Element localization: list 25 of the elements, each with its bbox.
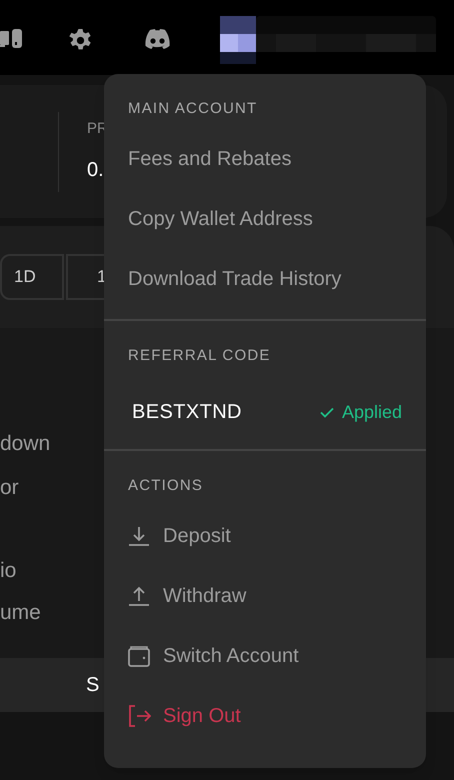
menu-item[interactable]: Deposit <box>128 506 402 566</box>
sign-out-icon <box>128 704 151 726</box>
check-icon <box>320 406 334 418</box>
timeframe-button[interactable]: 1D <box>0 254 64 300</box>
menu-item[interactable]: Switch Account <box>128 626 402 686</box>
menu-item[interactable]: Copy Wallet Address <box>128 188 402 248</box>
applied-status: Applied <box>320 398 402 426</box>
menu-item[interactable]: Fees and Rebates <box>128 128 402 188</box>
section-heading: ACTIONS <box>128 476 204 496</box>
menu-item[interactable]: Sign Out <box>128 686 402 746</box>
devices-icon[interactable] <box>0 28 25 50</box>
section-heading: REFERRAL CODE <box>128 346 272 366</box>
section-heading: MAIN ACCOUNT <box>128 99 258 119</box>
row-label: io <box>0 559 16 583</box>
row-label: ume <box>0 601 41 625</box>
referral-code: BESTXTND <box>132 400 242 425</box>
row-label: or <box>0 476 19 500</box>
menu-item[interactable]: Withdraw <box>128 566 402 626</box>
avatar[interactable] <box>220 16 256 64</box>
section-label: S <box>86 673 100 698</box>
wallet-icon <box>128 644 151 666</box>
download-icon <box>128 524 151 546</box>
stat-value: 0. <box>87 158 105 183</box>
upload-icon <box>128 584 151 606</box>
row-label: down <box>0 432 50 456</box>
